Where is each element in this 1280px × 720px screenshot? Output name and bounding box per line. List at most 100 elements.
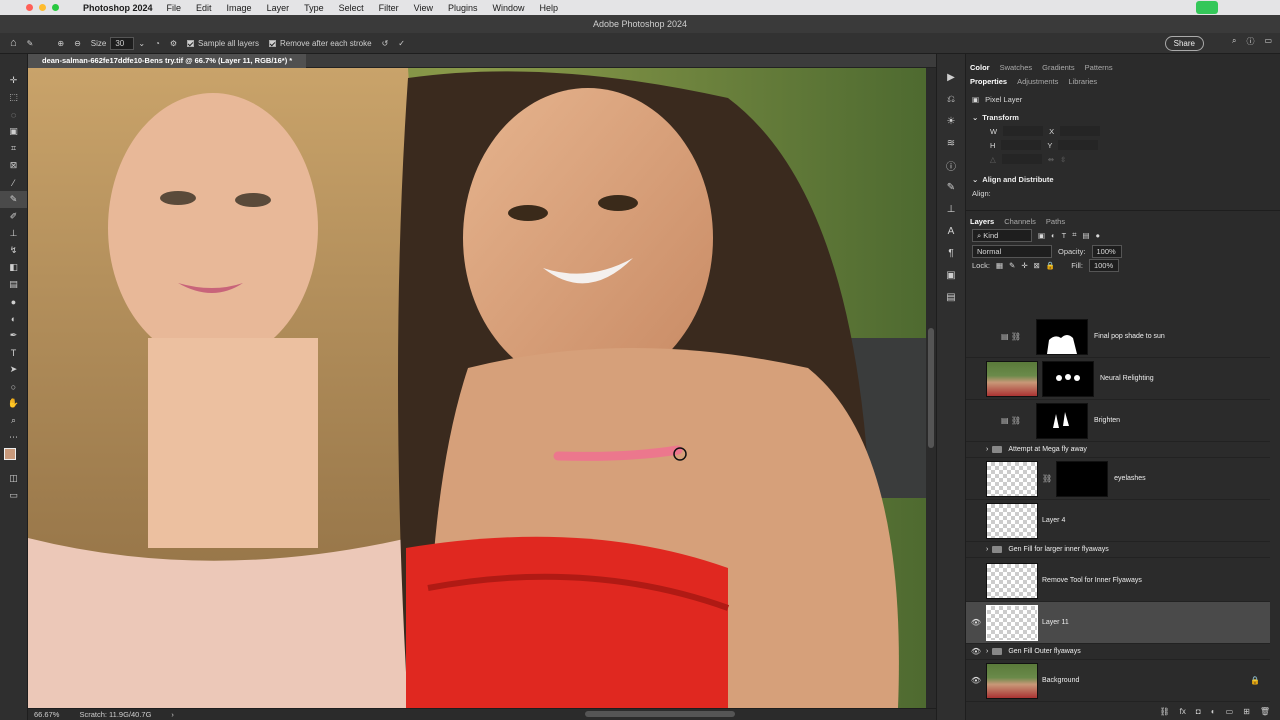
brush-settings-icon[interactable]: ✎	[937, 176, 965, 198]
layer-eyelashes[interactable]: ⛓ eyelashes	[966, 458, 1270, 500]
tab-patterns[interactable]: Patterns	[1085, 63, 1113, 72]
add-mask-icon[interactable]: ◘	[1196, 707, 1201, 716]
eyedropper-tool-icon[interactable]: ⁄	[0, 174, 27, 191]
remove-tool-selected-icon[interactable]: ✎	[0, 191, 27, 208]
layer-name[interactable]: Layer 11	[1042, 619, 1069, 626]
chevron-right-icon[interactable]: ›	[986, 546, 988, 553]
transform-heading[interactable]: Transform	[982, 113, 1019, 122]
x-field[interactable]	[1060, 126, 1101, 136]
layer-name[interactable]: Remove Tool for Inner Flyaways	[1042, 577, 1142, 584]
type-tool-icon[interactable]: T	[0, 344, 27, 361]
height-field[interactable]	[1001, 140, 1042, 150]
layer-remove-tool[interactable]: Remove Tool for Inner Flyaways	[966, 560, 1270, 602]
flip-horizontal-icon[interactable]: ⇹	[1048, 155, 1054, 164]
document-tab[interactable]: dean-salman-662fe17ddfe10-Bens try.tif @…	[28, 54, 307, 68]
group-gen-fill-inner[interactable]: › Gen Fill for larger inner flyaways	[966, 542, 1270, 558]
gear-icon[interactable]: ⚙	[170, 39, 177, 48]
layer-name[interactable]: eyelashes	[1114, 475, 1146, 482]
menu-select[interactable]: Select	[339, 3, 364, 13]
undo-icon[interactable]: ↺	[382, 39, 389, 48]
remove-tool-icon[interactable]: ✎	[27, 39, 34, 48]
group-name[interactable]: Gen Fill Outer flyaways	[1008, 648, 1080, 655]
home-icon[interactable]: ⌂	[10, 37, 17, 49]
more-tools-icon[interactable]: ⋯	[0, 429, 27, 446]
visibility-eye-icon[interactable]: 👁	[966, 676, 986, 685]
notes-icon[interactable]: ▤	[937, 286, 965, 308]
layer-mask-thumbnail[interactable]	[1036, 402, 1088, 439]
document-canvas[interactable]	[28, 68, 926, 708]
path-select-tool-icon[interactable]: ➤	[0, 361, 27, 378]
pen-tool-icon[interactable]: ✒	[0, 327, 27, 344]
trash-icon[interactable]: 🗑	[1260, 707, 1270, 716]
tab-color[interactable]: Color	[970, 63, 990, 72]
share-button[interactable]: Share	[1164, 36, 1204, 51]
sample-all-layers-checkbox[interactable]	[187, 39, 195, 47]
zoom-window-button[interactable]	[52, 4, 59, 11]
tab-libraries[interactable]: Libraries	[1068, 77, 1097, 86]
lock-artboard-icon[interactable]: ⊠	[1034, 261, 1040, 270]
menu-plugins[interactable]: Plugins	[448, 3, 478, 13]
angle-field[interactable]	[1001, 154, 1042, 164]
blend-mode-select[interactable]: Normal	[972, 244, 1052, 258]
dodge-tool-icon[interactable]: ◐	[0, 310, 27, 327]
lock-pixels-icon[interactable]: ✎	[1009, 261, 1015, 270]
zoom-level[interactable]: 66.67%	[34, 710, 59, 719]
minimize-window-button[interactable]	[39, 4, 46, 11]
search-icon[interactable]: ⌕	[1232, 36, 1236, 47]
character-icon[interactable]: A	[937, 220, 965, 242]
layer-name[interactable]: Brighten	[1094, 417, 1120, 424]
add-mode-icon[interactable]: ⊕	[57, 39, 64, 48]
new-group-icon[interactable]: ▭	[1226, 707, 1234, 716]
layer-thumbnail[interactable]	[986, 604, 1038, 641]
lock-transparent-icon[interactable]: ▦	[996, 261, 1003, 270]
fx-icon[interactable]: fx	[1180, 707, 1186, 716]
visibility-eye-icon[interactable]: 👁	[966, 618, 986, 627]
y-field[interactable]	[1058, 140, 1099, 150]
link-layers-icon[interactable]: ⛓	[1160, 707, 1170, 716]
tab-gradients[interactable]: Gradients	[1042, 63, 1075, 72]
app-name-menu[interactable]: Photoshop 2024	[83, 3, 153, 13]
facetime-indicator-icon[interactable]	[1196, 1, 1218, 14]
lock-all-icon[interactable]: 🔒	[1046, 261, 1055, 270]
layer-thumbnail[interactable]	[986, 360, 1038, 397]
hand-tool-icon[interactable]: ✋	[0, 395, 27, 412]
layer-name[interactable]: Final pop shade to sun	[1094, 333, 1165, 340]
screen-mode-icon[interactable]: ▭	[0, 487, 27, 504]
group-mega-fly-away[interactable]: › Attempt at Mega fly away	[966, 442, 1270, 458]
layer-thumbnail[interactable]	[986, 502, 1038, 539]
chevron-right-icon[interactable]: ›	[986, 446, 988, 453]
layer-11-selected[interactable]: 👁 Layer 11	[966, 602, 1270, 644]
ellipse-tool-icon[interactable]: ○	[0, 378, 27, 395]
brushes-icon[interactable]: ≋	[937, 132, 965, 154]
new-adjustment-icon[interactable]: ◐	[1211, 707, 1216, 716]
clone-source-icon[interactable]: ⊥	[937, 198, 965, 220]
history-icon[interactable]: ⎌	[937, 88, 965, 110]
layer-background[interactable]: 👁 Background 🔒	[966, 660, 1270, 702]
filter-smart-icon[interactable]: ▤	[1082, 231, 1089, 240]
adjust-sun-icon[interactable]: ☀	[937, 110, 965, 132]
blur-tool-icon[interactable]: ●	[0, 293, 27, 310]
link-icon[interactable]: ⛓	[1042, 474, 1052, 483]
clone-stamp-tool-icon[interactable]: ⊥	[0, 225, 27, 242]
layer-neural-relighting[interactable]: Neural Relighting	[966, 358, 1270, 400]
menu-image[interactable]: Image	[227, 3, 252, 13]
help-icon[interactable]: ⓘ	[1246, 36, 1254, 47]
crop-tool-icon[interactable]: ⌗	[0, 140, 27, 157]
group-name[interactable]: Gen Fill for larger inner flyaways	[1008, 546, 1108, 553]
flip-vertical-icon[interactable]: ⇳	[1060, 155, 1066, 164]
layer-thumbnail[interactable]	[986, 662, 1038, 699]
history-brush-tool-icon[interactable]: ↯	[0, 242, 27, 259]
canvas-vertical-scrollbar[interactable]	[926, 68, 936, 708]
photo-canvas[interactable]	[28, 68, 926, 708]
tab-adjustments[interactable]: Adjustments	[1017, 77, 1058, 86]
menu-view[interactable]: View	[414, 3, 433, 13]
color-swatches-icon[interactable]	[0, 446, 27, 470]
filter-type-icon[interactable]: T	[1062, 231, 1067, 240]
glyphs-icon[interactable]: ▣	[937, 264, 965, 286]
subtract-mode-icon[interactable]: ⊖	[74, 39, 81, 48]
zoom-tool-icon[interactable]: ⌕	[0, 412, 27, 429]
menu-file[interactable]: File	[167, 3, 182, 13]
tab-layers[interactable]: Layers	[970, 217, 994, 226]
layer-final-pop[interactable]: ▤ ⛓ Final pop shade to sun	[966, 316, 1270, 358]
chevron-down-icon[interactable]: ⌄	[972, 175, 978, 184]
